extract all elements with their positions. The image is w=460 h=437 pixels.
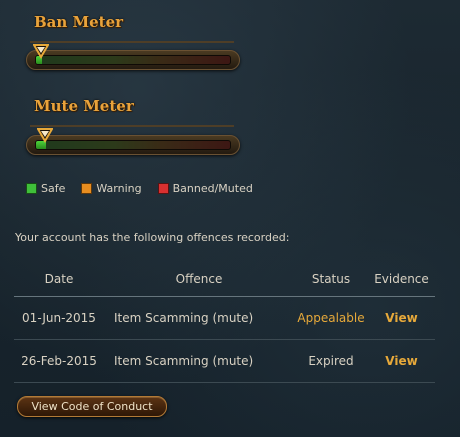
legend-item-safe: Safe [26, 182, 65, 195]
view-evidence-link[interactable]: View [368, 354, 435, 368]
legend-item-warning: Warning [81, 182, 142, 195]
table-row: 01-Jun-2015 Item Scamming (mute) Appeala… [14, 297, 435, 340]
ban-meter [26, 50, 240, 70]
banned-muted-swatch-icon [157, 183, 169, 194]
ban-meter-title: Ban Meter [34, 13, 124, 31]
legend-item-banned-muted: Banned/Muted [157, 182, 253, 195]
ban-meter-track [35, 55, 231, 65]
legend-label: Banned/Muted [172, 182, 253, 195]
meter-legend: Safe Warning Banned/Muted [26, 182, 253, 195]
safe-swatch-icon [26, 183, 37, 194]
mute-meter-track [35, 140, 231, 150]
mute-meter-rail [30, 125, 234, 127]
legend-label: Warning [96, 182, 142, 195]
ban-meter-marker-icon [33, 44, 49, 59]
offence-date: 01-Jun-2015 [22, 311, 96, 325]
warning-swatch-icon [81, 183, 93, 194]
offences-intro-text: Your account has the following offences … [15, 231, 290, 244]
column-header-offence: Offence [175, 272, 223, 286]
offence-date: 26-Feb-2015 [21, 354, 97, 368]
view-evidence-link[interactable]: View [368, 311, 435, 325]
legend-label: Safe [41, 182, 66, 195]
ban-meter-rail [30, 41, 234, 43]
table-row: 26-Feb-2015 Item Scamming (mute) Expired… [14, 340, 435, 383]
column-header-evidence: Evidence [374, 272, 429, 286]
mute-meter [26, 135, 240, 155]
offence-type: Item Scamming (mute) [114, 354, 254, 368]
offence-type: Item Scamming (mute) [114, 311, 254, 325]
column-header-status: Status [311, 272, 351, 286]
mute-meter-marker-icon [36, 128, 53, 143]
mute-meter-title: Mute Meter [34, 97, 134, 115]
view-code-of-conduct-button[interactable]: View Code of Conduct [17, 396, 167, 417]
offence-status-appeal-link[interactable]: Appealable [294, 311, 368, 325]
offences-table: Date Offence Status Evidence 01-Jun-2015… [14, 262, 435, 383]
offence-status: Expired [308, 354, 354, 368]
column-header-date: Date [44, 272, 74, 286]
table-header-row: Date Offence Status Evidence [14, 262, 435, 297]
